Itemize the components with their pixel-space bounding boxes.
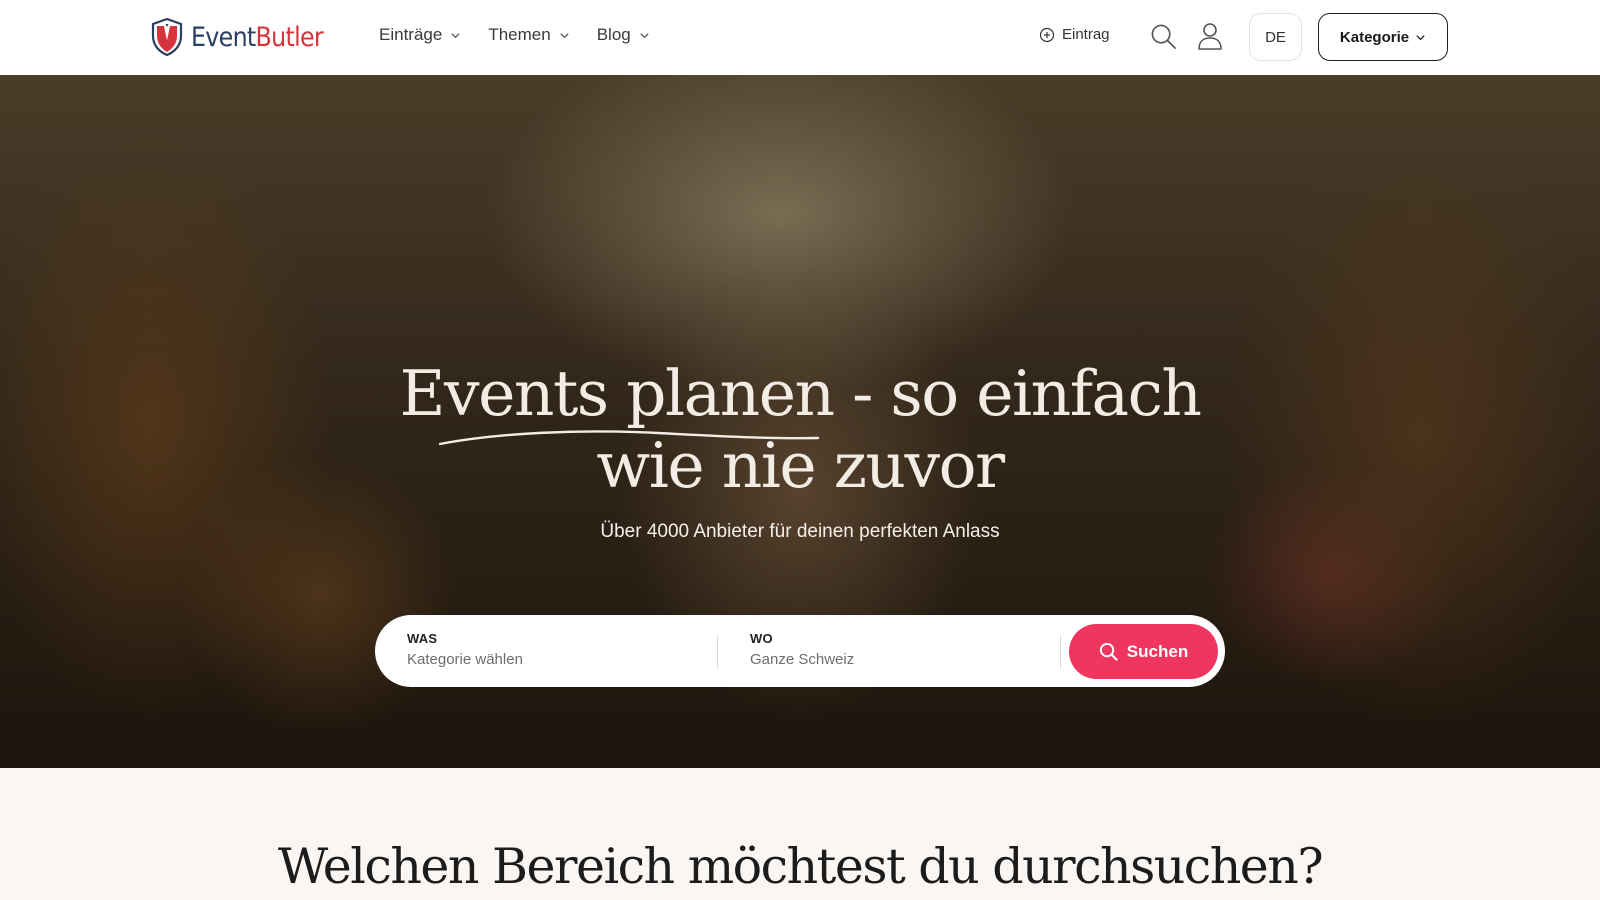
what-input[interactable]: Kategorie wählen	[407, 651, 707, 668]
add-entry-label: Eintrag	[1062, 26, 1110, 43]
field-divider	[717, 635, 718, 669]
title-underline-decoration	[438, 430, 820, 446]
where-input[interactable]: Ganze Schweiz	[750, 651, 1050, 668]
add-entry-link[interactable]: Eintrag	[1039, 26, 1110, 43]
hero-subtitle: Über 4000 Anbieter für deinen perfekten …	[600, 521, 1000, 542]
user-icon[interactable]	[1197, 22, 1223, 50]
where-label: WO	[750, 631, 773, 646]
search-button[interactable]: Suchen	[1069, 624, 1218, 679]
logo-text: EventButler	[191, 21, 324, 53]
language-label: DE	[1265, 28, 1286, 46]
chevron-down-icon	[451, 32, 460, 38]
main-nav: Einträge Themen Blog	[379, 25, 650, 45]
search-bar: WAS Kategorie wählen WO Ganze Schweiz Su…	[375, 615, 1225, 687]
where-field[interactable]: WO Ganze Schweiz	[750, 631, 1050, 668]
nav-item-label: Themen	[488, 25, 551, 44]
field-divider	[1060, 635, 1061, 669]
nav-item-label: Blog	[596, 25, 631, 44]
search-button-label: Suchen	[1126, 641, 1189, 661]
section-title: Welchen Bereich möchtest du durchsuchen?	[277, 838, 1324, 895]
what-label: WAS	[407, 631, 438, 646]
category-button-label: Kategorie	[1339, 28, 1410, 46]
logo[interactable]: EventButler	[151, 18, 341, 56]
hero-title-line-1: Events planen - so einfach	[399, 357, 1202, 430]
chevron-down-icon	[1416, 34, 1425, 40]
site-header: EventButler Einträge Themen Blog Eintrag…	[0, 0, 1600, 75]
search-icon[interactable]	[1150, 23, 1177, 50]
search-icon	[1099, 642, 1118, 661]
what-field[interactable]: WAS Kategorie wählen	[407, 631, 707, 668]
chevron-down-icon	[560, 32, 569, 38]
chevron-down-icon	[640, 32, 649, 38]
language-button[interactable]: DE	[1249, 13, 1302, 61]
hero-section: Events planen - so einfach wie nie zuvor…	[0, 75, 1600, 768]
nav-item-label: Einträge	[379, 25, 443, 44]
nav-item-themen[interactable]: Themen	[488, 25, 569, 45]
plus-circle-icon	[1039, 27, 1055, 42]
nav-item-eintraege[interactable]: Einträge	[379, 25, 461, 45]
nav-item-blog[interactable]: Blog	[597, 25, 650, 45]
category-button[interactable]: Kategorie	[1318, 13, 1448, 61]
logo-shield-icon	[151, 18, 183, 56]
